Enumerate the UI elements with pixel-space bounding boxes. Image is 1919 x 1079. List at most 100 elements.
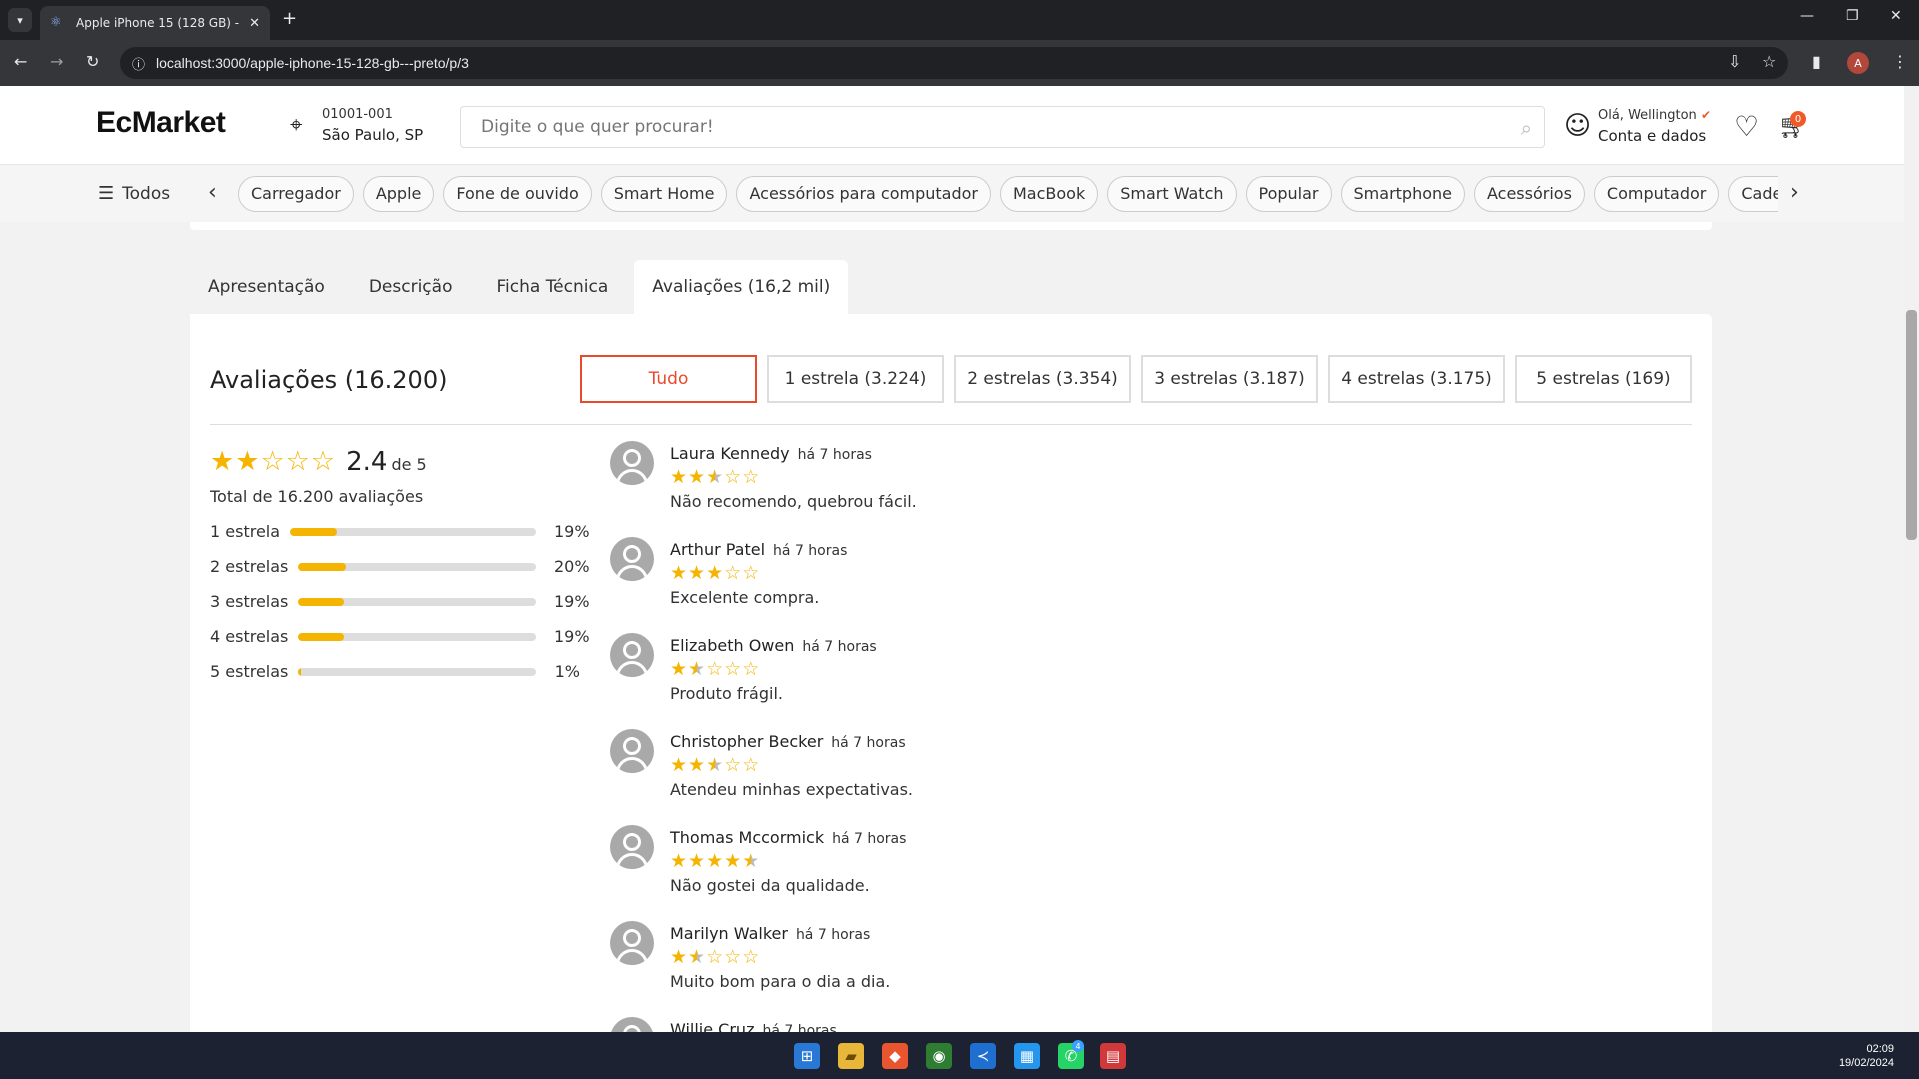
category-pill[interactable]: Carregador	[238, 176, 354, 212]
chrome-icon[interactable]: ◉	[926, 1043, 952, 1069]
rating-summary: ★★☆☆☆ 2.4 de 5 Total de 16.200 avaliaçõe…	[210, 446, 590, 689]
star-full-icon: ★	[706, 850, 725, 872]
distribution-percent: 19%	[554, 592, 590, 611]
scrollbar-thumb[interactable]	[1906, 310, 1917, 540]
rating-filter-button[interactable]: 4 estrelas (3.175)	[1328, 355, 1505, 403]
search-input[interactable]	[481, 117, 1481, 137]
site-info-icon[interactable]: ⓘ	[132, 54, 145, 73]
restore-icon[interactable]: ❐	[1846, 8, 1859, 24]
site-logo[interactable]: EcMarket	[96, 106, 226, 140]
react-favicon-icon: ⚛	[50, 15, 62, 30]
category-pill[interactable]: Cadeira	[1728, 176, 1778, 212]
star-empty-icon: ☆	[742, 562, 761, 584]
distribution-fill	[298, 667, 301, 676]
page-scrollbar[interactable]	[1904, 86, 1919, 1032]
reviewer: Laura Kennedy há 7 horas	[670, 444, 872, 463]
vscode-icon[interactable]: ≺	[970, 1043, 996, 1069]
category-pill[interactable]: Apple	[362, 176, 435, 212]
star-half-icon: ★	[706, 466, 725, 488]
star-empty-icon: ☆	[742, 754, 761, 776]
reviews-panel: Avaliações (16.200) Tudo 1 estrela (3.224…	[190, 314, 1712, 1032]
cep-label[interactable]: 01001-001	[322, 107, 393, 122]
close-window-icon[interactable]: ✕	[1890, 8, 1902, 24]
category-pills: Carregador Apple Fone de ouvido Smart Home A…	[238, 176, 1778, 212]
review-time: há 7 horas	[832, 831, 907, 847]
product-tab[interactable]: Descrição	[351, 260, 471, 314]
file-explorer-icon[interactable]: ▰	[838, 1043, 864, 1069]
category-pill[interactable]: Smart Home	[600, 176, 728, 212]
reviews-title: Avaliações (16.200)	[210, 366, 448, 394]
review-item: Elizabeth Owen há 7 horas ★★☆☆☆ Produto frá…	[610, 633, 1410, 729]
new-tab-icon[interactable]: +	[282, 8, 297, 29]
reviewer: Willie Cruz há 7 horas	[670, 1020, 837, 1032]
star-full-icon: ★	[706, 562, 725, 584]
star-full-icon: ★	[688, 562, 707, 584]
url-field[interactable]: ⓘ localhost:3000/apple-iphone-15-128-gb-…	[120, 47, 1788, 79]
product-tab[interactable]: Ficha Técnica	[478, 260, 626, 314]
chevron-right-icon[interactable]: ›	[1790, 180, 1799, 205]
star-full-icon: ★	[670, 466, 689, 488]
category-pill[interactable]: Acessórios	[1473, 176, 1585, 212]
divider	[210, 424, 1692, 425]
rating-filter-button[interactable]: 5 estrelas (169)	[1515, 355, 1692, 403]
product-tab[interactable]: Apresentação	[190, 260, 343, 314]
clock[interactable]: 02:09 19/02/2024	[1834, 1042, 1894, 1070]
app-icon[interactable]: ▤	[1100, 1043, 1126, 1069]
brave-browser-icon[interactable]: ◆	[882, 1043, 908, 1069]
tab-search-icon[interactable]: ▾	[8, 8, 32, 32]
star-half-icon: ★	[742, 850, 761, 872]
category-pill[interactable]: Smart Watch	[1107, 176, 1237, 212]
distribution-percent: 19%	[554, 522, 590, 541]
chevron-left-icon[interactable]: ‹	[208, 180, 217, 205]
reviewer: Thomas Mccormick há 7 horas	[670, 828, 906, 847]
category-pill[interactable]: Acessórios para computador	[736, 176, 991, 212]
star-empty-icon: ☆	[310, 446, 337, 477]
category-pill[interactable]: MacBook	[999, 176, 1099, 212]
account-link[interactable]: Conta e dados	[1598, 127, 1706, 145]
star-full-icon: ★	[688, 754, 707, 776]
city-label[interactable]: São Paulo, SP	[322, 126, 423, 144]
product-tab[interactable]: Avaliações (16,2 mil)	[634, 260, 849, 314]
category-pill[interactable]: Smartphone	[1340, 176, 1465, 212]
category-pill[interactable]: Popular	[1245, 176, 1332, 212]
category-pill[interactable]: Fone de ouvido	[443, 176, 592, 212]
rating-filters: Tudo 1 estrela (3.224) 2 estrelas (3.354) 3…	[580, 355, 1702, 403]
star-empty-icon: ☆	[724, 562, 743, 584]
rating-filter-button[interactable]: 2 estrelas (3.354)	[954, 355, 1131, 403]
profile-avatar[interactable]: A	[1847, 52, 1869, 74]
reviewer-name: Thomas Mccormick	[670, 828, 825, 847]
docker-icon[interactable]: ▦	[1014, 1043, 1040, 1069]
distribution-fill	[290, 527, 337, 536]
windows-start-icon[interactable]: ⊞	[794, 1043, 820, 1069]
review-item: Thomas Mccormick há 7 horas ★★★★★ Não goste…	[610, 825, 1410, 921]
side-panel-icon[interactable]: ▮	[1812, 52, 1821, 71]
user-icon[interactable]: ☺	[1564, 111, 1591, 141]
reload-icon[interactable]: ↻	[86, 52, 99, 71]
greeting[interactable]: Olá, Wellington ✔	[1598, 108, 1711, 123]
back-icon[interactable]: ←	[14, 52, 27, 71]
browser-tab[interactable]: ⚛ Apple iPhone 15 (128 GB) - Preto ✕	[40, 6, 270, 40]
distribution-bar	[298, 562, 536, 571]
browser-menu-icon[interactable]: ⋮	[1892, 52, 1908, 71]
category-pill[interactable]: Computador	[1593, 176, 1720, 212]
rating-filter-button[interactable]: 1 estrela (3.224)	[767, 355, 944, 403]
location-pin-icon[interactable]: ⌖	[290, 113, 302, 138]
star-full-icon: ★	[688, 466, 707, 488]
forward-icon[interactable]: →	[50, 52, 63, 71]
install-app-icon[interactable]: ⇩	[1728, 52, 1741, 71]
star-full-icon: ★	[688, 850, 707, 872]
search-icon[interactable]: ⌕	[1521, 116, 1532, 140]
all-categories-button[interactable]: ☰ Todos	[98, 183, 170, 204]
bookmark-star-icon[interactable]: ☆	[1762, 52, 1776, 71]
search-box[interactable]: ⌕	[460, 106, 1545, 148]
star-empty-icon: ☆	[742, 466, 761, 488]
rating-filter-button[interactable]: Tudo	[580, 355, 757, 403]
minimize-icon[interactable]: —	[1800, 8, 1814, 24]
review-stars: ★★☆☆☆	[670, 658, 760, 680]
review-item: Marilyn Walker há 7 horas ★★☆☆☆ Muito bom p…	[610, 921, 1410, 1017]
wishlist-heart-icon[interactable]: ♡	[1734, 110, 1759, 143]
rating-filter-button[interactable]: 3 estrelas (3.187)	[1141, 355, 1318, 403]
distribution-label: 1 estrela	[210, 522, 281, 541]
close-tab-icon[interactable]: ✕	[249, 16, 260, 31]
average-stars: ★★☆☆☆	[210, 446, 336, 477]
